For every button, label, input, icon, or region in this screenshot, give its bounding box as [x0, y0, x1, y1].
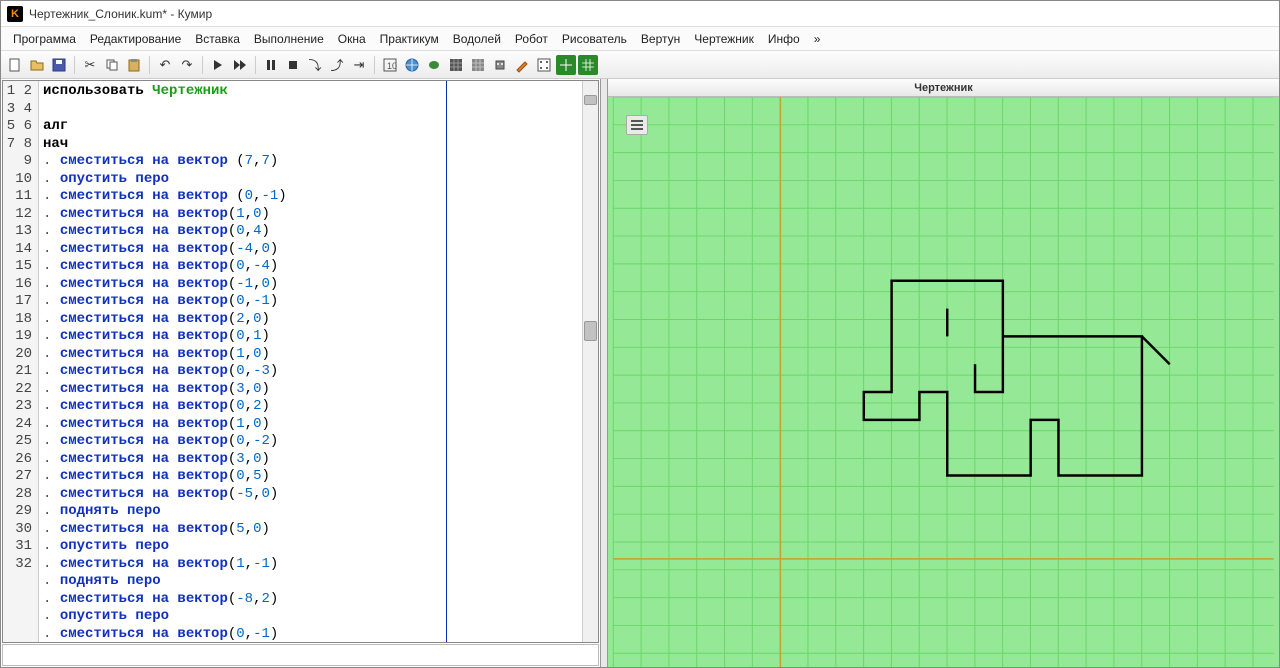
- menu-item[interactable]: Окна: [332, 30, 372, 48]
- stop-button[interactable]: [283, 55, 303, 75]
- title-bar: K Чертежник_Слоник.kum* - Кумир: [1, 1, 1279, 27]
- scrollbar-thumb[interactable]: [584, 321, 597, 341]
- tool-turtle-icon[interactable]: [424, 55, 444, 75]
- new-file-button[interactable]: [5, 55, 25, 75]
- scrollbar-thumb[interactable]: [584, 95, 597, 105]
- editor-margin-line: [446, 81, 447, 642]
- cut-button[interactable]: ✂: [80, 55, 100, 75]
- tool-robot-icon[interactable]: [490, 55, 510, 75]
- line-gutter: 1 2 3 4 5 6 7 8 9 10 11 12 13 14 15 16 1…: [3, 81, 39, 642]
- tool-measure-icon[interactable]: 10: [380, 55, 400, 75]
- menu-item[interactable]: Вставка: [189, 30, 246, 48]
- menu-item[interactable]: Программа: [7, 30, 82, 48]
- tool-drawer-grid-icon[interactable]: [578, 55, 598, 75]
- tool-pencil-icon[interactable]: [512, 55, 532, 75]
- menu-item[interactable]: Вертун: [635, 30, 686, 48]
- toolbar-separator: [149, 56, 150, 74]
- drawer-title: Чертежник: [608, 79, 1279, 97]
- tool-globe-icon[interactable]: [402, 55, 422, 75]
- menu-item[interactable]: »: [808, 30, 827, 48]
- toolbar-separator: [374, 56, 375, 74]
- canvas-menu-button[interactable]: [626, 115, 648, 135]
- open-file-button[interactable]: [27, 55, 47, 75]
- svg-text:10: 10: [387, 61, 397, 71]
- drawer-pane: Чертежник: [607, 79, 1279, 667]
- run-button[interactable]: [208, 55, 228, 75]
- pause-button[interactable]: [261, 55, 281, 75]
- menu-item[interactable]: Практикум: [374, 30, 445, 48]
- drawer-canvas[interactable]: [608, 97, 1279, 667]
- editor-scrollbar[interactable]: [582, 81, 598, 642]
- tool-grid-dark-icon[interactable]: [446, 55, 466, 75]
- main-area: 1 2 3 4 5 6 7 8 9 10 11 12 13 14 15 16 1…: [1, 79, 1279, 667]
- toolbar: ✂ ↶ ↷ ⤵ ⤴ ⇥ 10: [1, 51, 1279, 79]
- editor-pane: 1 2 3 4 5 6 7 8 9 10 11 12 13 14 15 16 1…: [1, 79, 601, 667]
- drawing-canvas-svg: [608, 97, 1279, 667]
- toolbar-separator: [202, 56, 203, 74]
- toolbar-separator: [74, 56, 75, 74]
- code-editor[interactable]: 1 2 3 4 5 6 7 8 9 10 11 12 13 14 15 16 1…: [2, 80, 599, 643]
- tool-dots-icon[interactable]: [534, 55, 554, 75]
- menu-item[interactable]: Инфо: [762, 30, 806, 48]
- step-over-button[interactable]: ⤴: [327, 55, 347, 75]
- app-logo-icon: K: [7, 6, 23, 22]
- menu-item[interactable]: Рисователь: [556, 30, 633, 48]
- redo-button[interactable]: ↷: [177, 55, 197, 75]
- run-fast-button[interactable]: [230, 55, 250, 75]
- menu-bar: ПрограммаРедактированиеВставкаВыполнение…: [1, 27, 1279, 51]
- step-out-button[interactable]: ⇥: [349, 55, 369, 75]
- copy-button[interactable]: [102, 55, 122, 75]
- paste-button[interactable]: [124, 55, 144, 75]
- undo-button[interactable]: ↶: [155, 55, 175, 75]
- save-file-button[interactable]: [49, 55, 69, 75]
- menu-item[interactable]: Чертежник: [688, 30, 760, 48]
- window-title: Чертежник_Слоник.kum* - Кумир: [29, 7, 212, 21]
- menu-item[interactable]: Выполнение: [248, 30, 330, 48]
- menu-item[interactable]: Робот: [509, 30, 554, 48]
- tool-drawer-field-icon[interactable]: [556, 55, 576, 75]
- menu-item[interactable]: Редактирование: [84, 30, 187, 48]
- step-button[interactable]: ⤵: [305, 55, 325, 75]
- tool-grid-light-icon[interactable]: [468, 55, 488, 75]
- toolbar-separator: [255, 56, 256, 74]
- menu-item[interactable]: Водолей: [447, 30, 507, 48]
- output-bar: [2, 644, 599, 666]
- code-area[interactable]: использовать Чертежник алг нач . сместит…: [39, 81, 582, 642]
